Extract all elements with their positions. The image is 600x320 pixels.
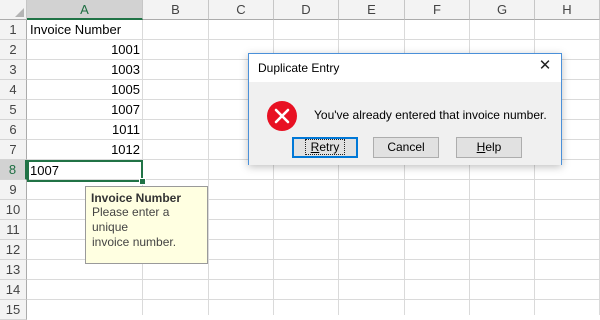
retry-label-post: etry (319, 140, 340, 154)
tooltip-line-1: Please enter a unique (92, 205, 170, 234)
dialog-message: You've already entered that invoice numb… (314, 108, 547, 122)
row-header-8[interactable]: 8 (0, 160, 27, 180)
gridline (208, 20, 209, 315)
col-header-c[interactable]: C (209, 0, 274, 20)
row-header-9[interactable]: 9 (0, 180, 27, 200)
duplicate-entry-dialog: Duplicate Entry ✕ You've already entered… (248, 53, 562, 165)
cell-a2[interactable]: 1001 (27, 40, 143, 60)
cell-a6[interactable]: 1011 (27, 120, 143, 140)
row-header-5[interactable]: 5 (0, 100, 27, 120)
row-header-13[interactable]: 13 (0, 260, 27, 280)
close-icon[interactable]: ✕ (537, 58, 553, 74)
fill-handle[interactable] (139, 178, 146, 185)
col-header-h[interactable]: H (535, 0, 600, 20)
select-all-corner[interactable] (0, 0, 27, 20)
cancel-button[interactable]: Cancel (373, 137, 439, 158)
input-message-tooltip: Invoice Number Please enter a unique inv… (85, 186, 208, 264)
row-header-10[interactable]: 10 (0, 200, 27, 220)
row-header-7[interactable]: 7 (0, 140, 27, 160)
cell-a1[interactable]: Invoice Number (27, 20, 143, 40)
cell-a3[interactable]: 1003 (27, 60, 143, 80)
row-header-4[interactable]: 4 (0, 80, 27, 100)
cell-a5[interactable]: 1007 (27, 100, 143, 120)
col-header-a[interactable]: A (27, 0, 143, 20)
row-header-12[interactable]: 12 (0, 240, 27, 260)
tooltip-title: Invoice Number (91, 191, 182, 205)
dialog-title: Duplicate Entry (258, 61, 340, 75)
help-label-post: elp (485, 140, 502, 154)
row-header-3[interactable]: 3 (0, 60, 27, 80)
tooltip-line-2: invoice number. (92, 235, 177, 249)
row-header-15[interactable]: 15 (0, 300, 27, 320)
col-header-d[interactable]: D (274, 0, 339, 20)
col-header-e[interactable]: E (339, 0, 405, 20)
col-header-f[interactable]: F (405, 0, 470, 20)
cell-a4[interactable]: 1005 (27, 80, 143, 100)
col-header-b[interactable]: B (143, 0, 209, 20)
row-header-11[interactable]: 11 (0, 220, 27, 240)
cell-a7[interactable]: 1012 (27, 140, 143, 160)
active-cell-border (27, 160, 143, 182)
retry-focus-rect: Retry (304, 139, 346, 155)
row-header-1[interactable]: 1 (0, 20, 27, 40)
help-button[interactable]: Help (456, 137, 522, 158)
gridline (27, 299, 600, 300)
col-header-g[interactable]: G (470, 0, 535, 20)
error-icon (267, 101, 297, 131)
retry-button[interactable]: Retry (292, 137, 358, 158)
row-header-6[interactable]: 6 (0, 120, 27, 140)
row-header-2[interactable]: 2 (0, 40, 27, 60)
row-header-14[interactable]: 14 (0, 280, 27, 300)
gridline (27, 279, 600, 280)
